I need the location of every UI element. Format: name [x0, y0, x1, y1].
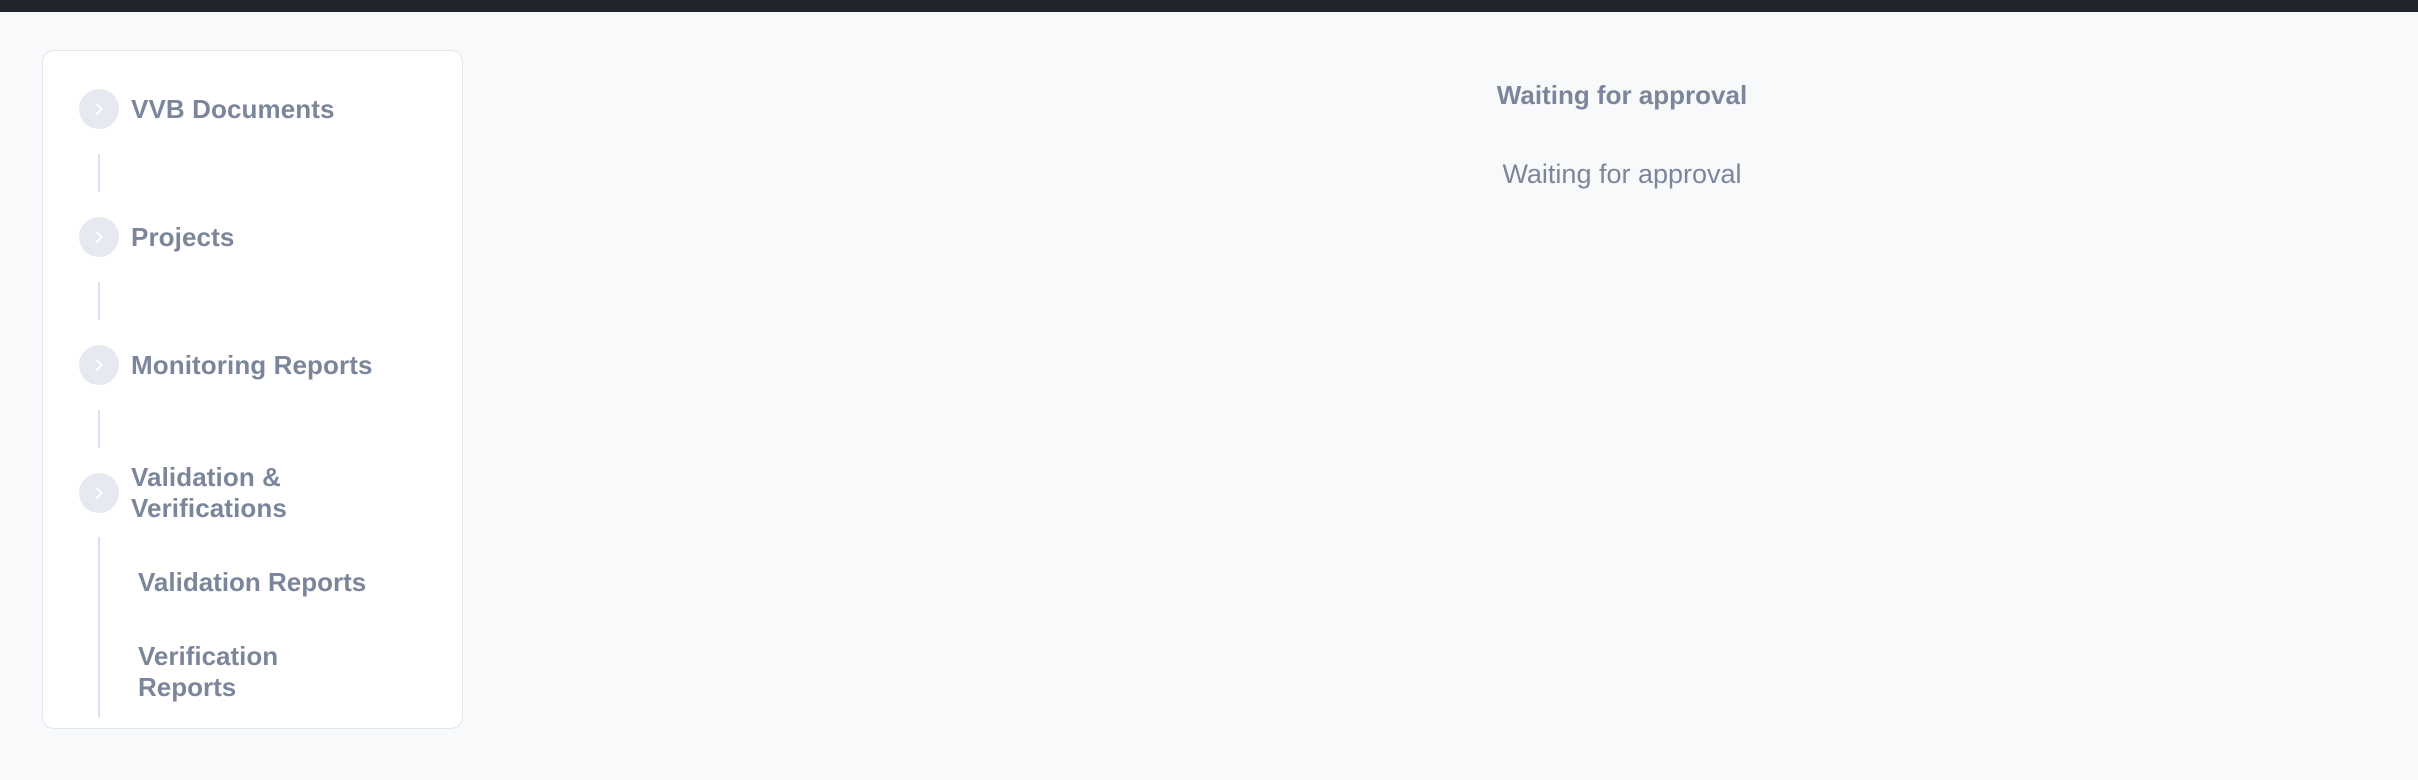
page-title: Waiting for approval	[1496, 80, 1748, 110]
sidebar-item-validation-reports[interactable]: Validation Reports	[138, 567, 366, 598]
sidebar-group-vvb-documents[interactable]: VVB Documents	[79, 89, 335, 129]
sidebar: VVB Documents Projects Monitoring Report…	[42, 50, 463, 729]
chevron-right-icon[interactable]	[79, 473, 119, 513]
sidebar-group-label[interactable]: VVB Documents	[131, 94, 335, 125]
sidebar-group-projects[interactable]: Projects	[79, 217, 234, 257]
tree-connector	[98, 537, 100, 717]
status-message: Waiting for approval	[1502, 159, 1742, 189]
chevron-right-icon[interactable]	[79, 217, 119, 257]
sidebar-group-label[interactable]: Monitoring Reports	[131, 350, 373, 381]
sidebar-group-monitoring-reports[interactable]: Monitoring Reports	[79, 345, 373, 385]
sidebar-group-label[interactable]: Projects	[131, 222, 234, 253]
tree-connector	[98, 154, 100, 192]
top-bar	[0, 0, 2418, 12]
tree-connector	[98, 410, 100, 448]
sidebar-item-verification-reports[interactable]: Verification Reports	[138, 641, 308, 703]
chevron-right-icon[interactable]	[79, 89, 119, 129]
sidebar-group-validation-verifications[interactable]: Validation & Verifications	[79, 462, 371, 524]
sidebar-group-label[interactable]: Validation & Verifications	[131, 462, 371, 524]
chevron-right-icon[interactable]	[79, 345, 119, 385]
tree-connector	[98, 282, 100, 320]
